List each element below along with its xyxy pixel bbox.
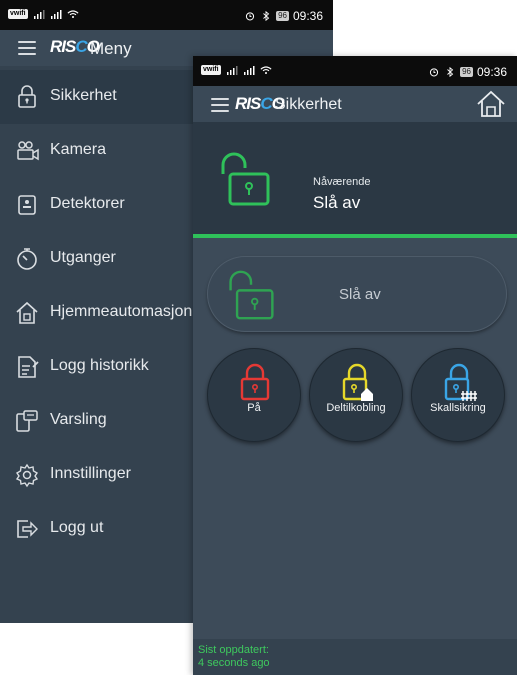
current-status-value: Slå av xyxy=(313,193,361,212)
menu-item-label: Innstillinger xyxy=(50,465,131,482)
home-automation-icon xyxy=(16,301,38,324)
unlocked-padlock-icon xyxy=(229,270,274,320)
battery-indicator: 96 xyxy=(276,11,289,21)
partial-arm-button-label: Deltilkobling xyxy=(326,402,386,414)
blue-padlock-fence-icon xyxy=(444,363,477,401)
arm-button[interactable]: På xyxy=(207,348,301,442)
signal-icon xyxy=(243,66,255,75)
menu-item-label: Sikkerhet xyxy=(50,87,117,104)
signal-icon xyxy=(50,10,62,19)
menu-item-label: Hjemmeautomasjon xyxy=(50,303,193,320)
last-updated-footer: Sist oppdatert: 4 seconds ago xyxy=(193,639,517,675)
menu-item-label: Logg ut xyxy=(50,519,104,536)
menu-item-label: Logg historikk xyxy=(50,357,149,374)
signal-icon xyxy=(226,66,238,75)
carrier-badge: vwifi xyxy=(201,65,221,75)
bluetooth-icon xyxy=(263,11,270,21)
battery-indicator: 96 xyxy=(460,67,473,77)
perimeter-arm-button-label: Skallsikring xyxy=(430,402,486,414)
page-title: Sikkerhet xyxy=(275,96,342,113)
home-icon[interactable] xyxy=(475,89,507,119)
settings-icon xyxy=(15,463,39,488)
page-title: Meny xyxy=(90,39,132,58)
detector-icon xyxy=(18,195,36,215)
camera-icon xyxy=(17,141,39,161)
current-status-panel: Nåværende Slå av xyxy=(193,122,517,234)
menu-item-label: Kamera xyxy=(50,141,107,158)
signal-icon xyxy=(33,10,45,19)
status-bar: vwifi 96 09:36 xyxy=(0,0,333,30)
red-padlock-icon xyxy=(240,363,270,401)
log-history-icon xyxy=(18,356,39,378)
timer-icon xyxy=(17,248,37,270)
current-status-caption: Nåværende xyxy=(313,176,371,188)
arm-button-label: På xyxy=(247,402,261,414)
yellow-padlock-home-icon xyxy=(342,363,373,401)
menu-item-label: Varsling xyxy=(50,411,107,428)
bluetooth-icon xyxy=(447,67,454,77)
logout-icon xyxy=(17,520,38,538)
padlock-icon xyxy=(18,85,36,108)
perimeter-arm-button[interactable]: Skallsikring xyxy=(411,348,505,442)
disarm-button[interactable]: Slå av xyxy=(207,256,507,332)
clock: 09:36 xyxy=(292,9,323,23)
partial-arm-button[interactable]: Deltilkobling xyxy=(309,348,403,442)
clock: 09:36 xyxy=(476,65,507,79)
menu-item-label: Detektorer xyxy=(50,195,125,212)
status-indicator-bar xyxy=(193,234,517,238)
alarm-clock-icon xyxy=(429,68,439,77)
security-screen: vwifi 96 09:36 RISCO Sikkerhet Nåværende… xyxy=(193,56,517,675)
carrier-badge: vwifi xyxy=(8,9,28,19)
status-bar: vwifi 96 09:36 xyxy=(193,56,517,86)
app-bar: RISCO Sikkerhet xyxy=(193,86,517,122)
unlocked-padlock-icon xyxy=(221,152,270,206)
hamburger-icon[interactable] xyxy=(211,98,229,112)
notification-icon xyxy=(16,410,38,432)
last-updated-value: 4 seconds ago xyxy=(198,657,270,669)
menu-item-label: Utganger xyxy=(50,249,116,266)
hamburger-icon[interactable] xyxy=(18,41,36,55)
disarm-button-label: Slå av xyxy=(339,286,381,303)
alarm-clock-icon xyxy=(245,12,255,21)
wifi-icon xyxy=(67,10,79,19)
wifi-icon xyxy=(260,66,272,75)
last-updated-label: Sist oppdatert: xyxy=(198,644,269,656)
